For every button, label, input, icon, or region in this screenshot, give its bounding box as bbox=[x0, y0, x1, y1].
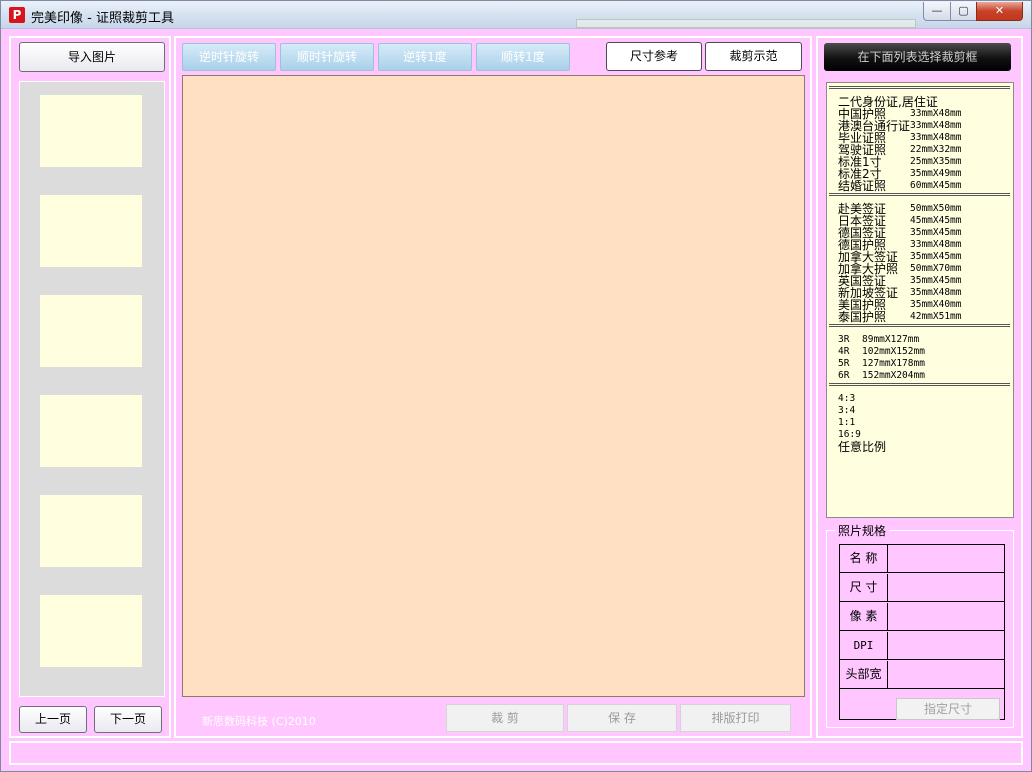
thumbnail-slot[interactable] bbox=[40, 195, 142, 267]
list-separator bbox=[829, 383, 1010, 391]
crop-ratio-item[interactable]: 3:4 bbox=[829, 405, 1013, 417]
spec-head-width-label: 头部宽 bbox=[840, 661, 888, 688]
save-button[interactable]: 保 存 bbox=[567, 704, 677, 732]
app-window: P 完美印像 - 证照裁剪工具 — ▢ ✕ 导入图片 上一页 下一页 逆时针旋转… bbox=[0, 0, 1032, 772]
photo-spec-group: 照片规格 名 称 尺 寸 像 素 DPI 头部宽 指定尺寸 bbox=[826, 522, 1014, 728]
thumbnail-slot[interactable] bbox=[40, 495, 142, 567]
crop-size-name: 3R bbox=[838, 334, 850, 345]
select-crop-hint: 在下面列表选择裁剪框 bbox=[824, 43, 1011, 71]
spec-pixel-label: 像 素 bbox=[840, 603, 888, 630]
crop-size-value: 33mmX48mm bbox=[910, 132, 962, 143]
spec-row-name: 名 称 bbox=[840, 545, 1004, 573]
spec-row-size: 尺 寸 bbox=[840, 574, 1004, 602]
list-separator bbox=[829, 193, 1010, 201]
crop-size-value: 152mmX204mm bbox=[862, 370, 925, 381]
thumbnail-panel: 导入图片 上一页 下一页 bbox=[9, 36, 171, 738]
app-logo-icon: P bbox=[9, 7, 25, 23]
crop-size-value: 35mmX45mm bbox=[910, 227, 962, 238]
crop-size-value: 50mmX70mm bbox=[910, 263, 962, 274]
photo-spec-table: 名 称 尺 寸 像 素 DPI 头部宽 指定尺寸 bbox=[839, 544, 1005, 720]
crop-size-item[interactable]: 泰国护照 42mmX51mm bbox=[829, 311, 1013, 323]
layout-print-button[interactable]: 排版打印 bbox=[680, 704, 791, 732]
crop-size-value: 50mmX50mm bbox=[910, 203, 962, 214]
crop-options-panel: 在下面列表选择裁剪框 二代身份证,居住证 中国护照 33mmX48mm 港澳台通行证 3… bbox=[816, 36, 1023, 738]
crop-size-value: 60mmX45mm bbox=[910, 180, 962, 191]
maximize-button[interactable]: ▢ bbox=[950, 2, 977, 21]
thumbnail-list bbox=[19, 81, 165, 697]
spec-row-dpi: DPI bbox=[840, 632, 1004, 660]
rotate-ccw-90-button[interactable]: 逆时针旋转 bbox=[182, 43, 276, 71]
crop-demo-button[interactable]: 裁剪示范 bbox=[705, 42, 802, 71]
crop-size-value: 35mmX49mm bbox=[910, 168, 962, 179]
spec-dpi-label: DPI bbox=[840, 632, 888, 659]
crop-size-value: 35mmX45mm bbox=[910, 251, 962, 262]
spec-name-label: 名 称 bbox=[840, 545, 888, 572]
list-separator bbox=[829, 86, 1010, 94]
next-page-button[interactable]: 下一页 bbox=[94, 706, 162, 733]
size-reference-button[interactable]: 尺寸参考 bbox=[606, 42, 702, 71]
crop-ratio-item[interactable]: 1:1 bbox=[829, 417, 1013, 429]
crop-button[interactable]: 裁 剪 bbox=[446, 704, 564, 732]
rotate-cw-90-button[interactable]: 顺时针旋转 bbox=[280, 43, 374, 71]
thumbnail-slot[interactable] bbox=[40, 95, 142, 167]
photo-spec-title: 照片规格 bbox=[835, 522, 890, 539]
crop-size-value: 22mmX32mm bbox=[910, 144, 962, 155]
title-bar: P 完美印像 - 证照裁剪工具 — ▢ ✕ bbox=[1, 1, 1031, 29]
spec-size-label: 尺 寸 bbox=[840, 574, 888, 601]
copyright-text: 新思数码科技 (C)2010 bbox=[202, 715, 316, 728]
crop-size-value: 35mmX48mm bbox=[910, 287, 962, 298]
rotate-cw-1-button[interactable]: 顺转1度 bbox=[476, 43, 570, 71]
crop-size-item[interactable]: 结婚证照 60mmX45mm bbox=[829, 180, 1013, 192]
close-button[interactable]: ✕ bbox=[976, 2, 1023, 21]
crop-size-name: 5R bbox=[838, 358, 850, 369]
crop-size-item[interactable]: 4R 102mmX152mm bbox=[829, 346, 1013, 358]
import-image-button[interactable]: 导入图片 bbox=[19, 42, 165, 72]
crop-size-item[interactable]: 3R 89mmX127mm bbox=[829, 334, 1013, 346]
crop-size-list[interactable]: 二代身份证,居住证 中国护照 33mmX48mm 港澳台通行证 33mmX48mm 毕业证… bbox=[826, 82, 1014, 518]
rotate-ccw-1-button[interactable]: 逆转1度 bbox=[378, 43, 472, 71]
editor-panel: 逆时针旋转 顺时针旋转 逆转1度 顺转1度 尺寸参考 裁剪示范 新思数码科技 (… bbox=[174, 36, 812, 738]
crop-size-name: 6R bbox=[838, 370, 850, 381]
crop-size-value: 33mmX48mm bbox=[910, 239, 962, 250]
crop-size-value: 35mmX45mm bbox=[910, 275, 962, 286]
crop-size-name: 结婚证照 bbox=[838, 179, 887, 193]
thumbnail-slot[interactable] bbox=[40, 595, 142, 667]
crop-size-item[interactable]: 5R 127mmX178mm bbox=[829, 358, 1013, 370]
crop-size-value: 102mmX152mm bbox=[862, 346, 925, 357]
crop-size-name: 泰国护照 bbox=[838, 310, 887, 324]
crop-size-value: 45mmX45mm bbox=[910, 215, 962, 226]
crop-size-value: 35mmX40mm bbox=[910, 299, 962, 310]
image-canvas[interactable] bbox=[182, 75, 805, 697]
title-decoration bbox=[576, 19, 916, 28]
crop-size-value: 33mmX48mm bbox=[910, 120, 962, 131]
crop-size-value: 33mmX48mm bbox=[910, 108, 962, 119]
spec-row-pixel: 像 素 bbox=[840, 603, 1004, 631]
crop-size-value: 127mmX178mm bbox=[862, 358, 925, 369]
crop-size-value: 42mmX51mm bbox=[910, 311, 962, 322]
prev-page-button[interactable]: 上一页 bbox=[19, 706, 87, 733]
list-separator bbox=[829, 324, 1010, 332]
minimize-button[interactable]: — bbox=[923, 2, 951, 21]
assign-size-button[interactable]: 指定尺寸 bbox=[896, 698, 1000, 720]
crop-size-item[interactable]: 6R 152mmX204mm bbox=[829, 370, 1013, 382]
crop-size-value: 89mmX127mm bbox=[862, 334, 920, 345]
crop-ratio-item[interactable]: 任意比例 bbox=[829, 441, 1013, 453]
crop-size-name: 4R bbox=[838, 346, 850, 357]
spec-row-head-width: 头部宽 bbox=[840, 661, 1004, 689]
thumbnail-slot[interactable] bbox=[40, 395, 142, 467]
crop-ratio-item[interactable]: 4:3 bbox=[829, 393, 1013, 405]
window-title: 完美印像 - 证照裁剪工具 bbox=[31, 11, 174, 26]
crop-size-value: 25mmX35mm bbox=[910, 156, 962, 167]
status-bar bbox=[9, 741, 1023, 765]
thumbnail-slot[interactable] bbox=[40, 295, 142, 367]
